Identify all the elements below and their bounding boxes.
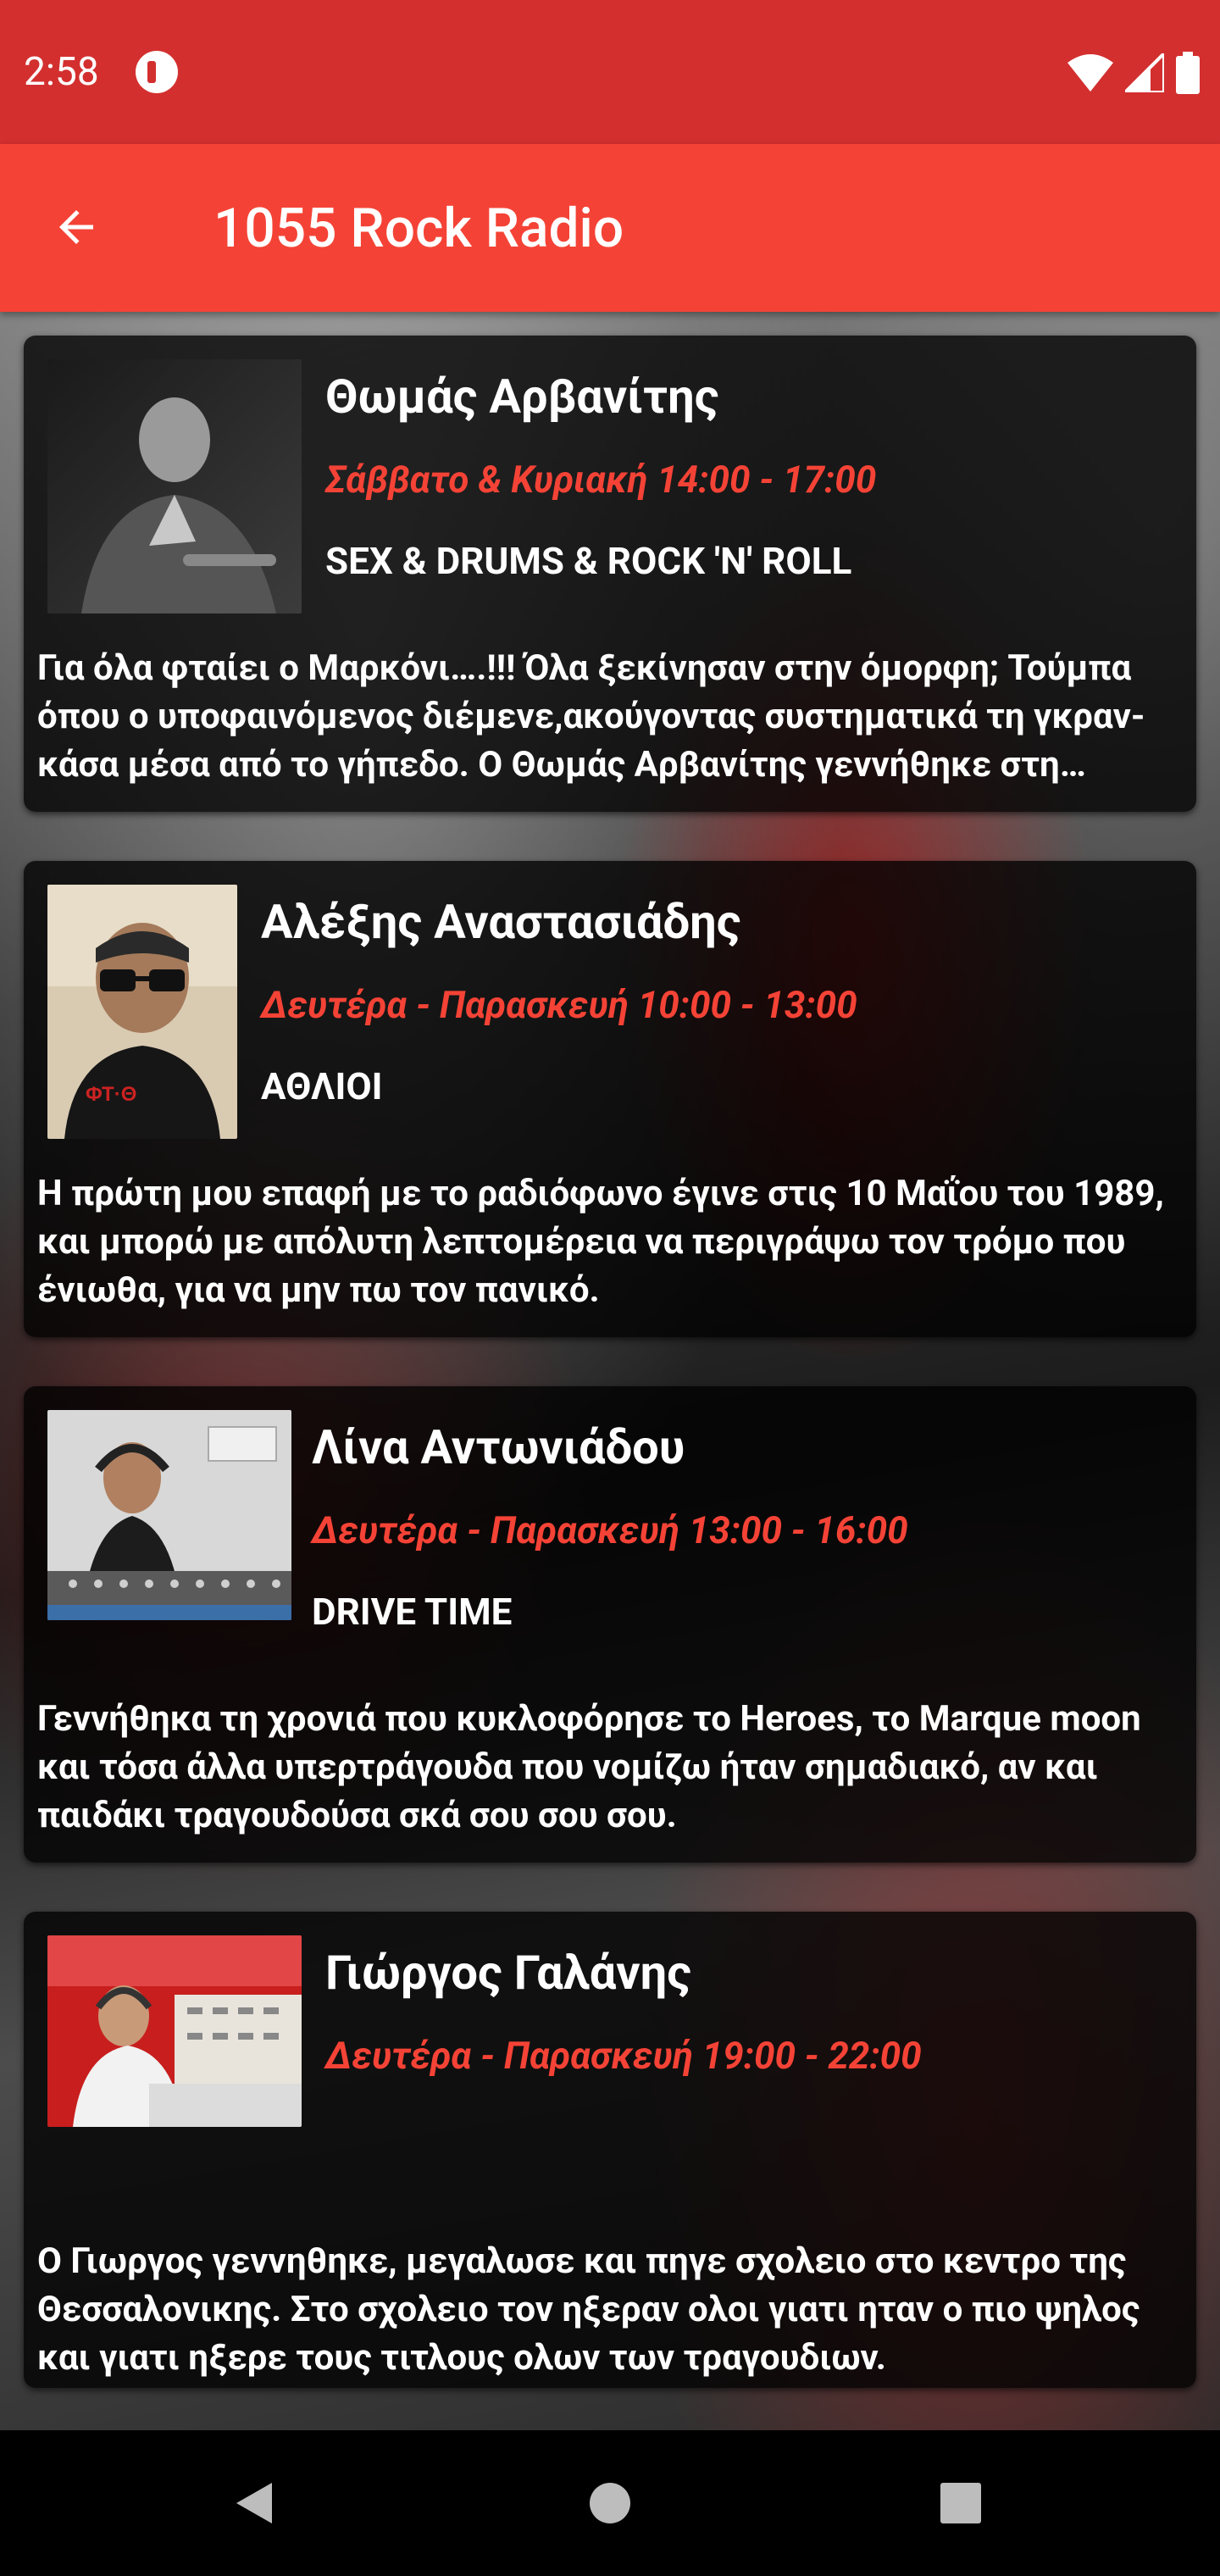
nav-recents-button[interactable] bbox=[918, 2461, 1003, 2545]
battery-icon bbox=[1176, 52, 1200, 94]
status-time: 2:58 bbox=[24, 49, 99, 95]
producer-schedule: Δευτέρα - Παρασκευή 10:00 - 13:00 bbox=[261, 983, 857, 1027]
producer-description: Η πρώτη μου επαφή με το ραδιόφωνο έγινε … bbox=[37, 1173, 1164, 1311]
app-bar: 1055 Rock Radio bbox=[0, 144, 1220, 312]
producer-name: Θωμάς Αρβανίτης bbox=[325, 369, 719, 425]
show-title: ΑΘΛΙΟΙ bbox=[261, 1064, 383, 1108]
navigation-bar bbox=[0, 2430, 1220, 2576]
producer-schedule: Σάββατο & Κυριακή 14:00 - 17:00 bbox=[325, 458, 877, 502]
svg-text:ΦΤ·Θ: ΦΤ·Θ bbox=[86, 1083, 136, 1106]
producer-schedule: Δευτέρα - Παρασκευή 13:00 - 16:00 bbox=[312, 1508, 908, 1552]
nav-back-button[interactable] bbox=[212, 2461, 297, 2545]
producers-list[interactable]: Θωμάς Αρβανίτης Σάββατο & Κυριακή 14:00 … bbox=[0, 312, 1220, 2430]
screen: 2:58 1055 Rock Radio Θωμάς Αρβανίτης Σάβ… bbox=[0, 0, 1220, 2576]
producer-description: Γεννήθηκα τη χρονιά που κυκλοφόρησε το H… bbox=[37, 1698, 1141, 1836]
producer-schedule: Δευτέρα - Παρασκευή 19:00 - 22:00 bbox=[325, 2034, 922, 2078]
page-title: 1055 Rock Radio bbox=[214, 197, 624, 260]
nav-home-button[interactable] bbox=[568, 2461, 652, 2545]
status-icons bbox=[1068, 47, 1200, 98]
producer-card[interactable]: Θωμάς Αρβανίτης Σάββατο & Κυριακή 14:00 … bbox=[24, 336, 1196, 812]
producer-card[interactable]: Λίνα Αντωνιάδου Δευτέρα - Παρασκευή 13:0… bbox=[24, 1386, 1196, 1863]
producer-photo: ΦΤ·Θ bbox=[47, 885, 237, 1139]
producer-card[interactable]: ΦΤ·Θ Αλέξης Αναστασιάδης Δευτέρα - Παρασ… bbox=[24, 861, 1196, 1337]
producer-photo bbox=[47, 359, 302, 613]
producer-name: Λίνα Αντωνιάδου bbox=[312, 1419, 685, 1475]
circle-home-icon bbox=[590, 2483, 630, 2523]
square-recents-icon bbox=[940, 2483, 981, 2523]
arrow-back-icon bbox=[59, 210, 93, 244]
producer-photo bbox=[47, 1410, 291, 1620]
back-button[interactable] bbox=[34, 185, 119, 269]
producer-card[interactable]: Γιώργος Γαλάνης Δευτέρα - Παρασκευή 19:0… bbox=[24, 1912, 1196, 2388]
show-title: SEX & DRUMS & ROCK 'N' ROLL bbox=[325, 539, 852, 583]
wifi-icon bbox=[1068, 54, 1113, 92]
status-bar: 2:58 bbox=[0, 0, 1220, 144]
triangle-back-icon bbox=[236, 2483, 272, 2523]
notification-app-icon bbox=[136, 51, 178, 93]
producer-name: Γιώργος Γαλάνης bbox=[325, 1945, 691, 2001]
producer-description: Ο Γιωργος γεννηθηκε, μεγαλωσε και πηγε σ… bbox=[37, 2240, 1140, 2379]
producer-photo bbox=[47, 1935, 302, 2127]
producer-description: Για όλα φταίει ο Μαρκόνι….!!! Όλα ξεκίνη… bbox=[37, 647, 1145, 786]
producer-name: Αλέξης Αναστασιάδης bbox=[261, 894, 741, 950]
show-title: DRIVE TIME bbox=[312, 1590, 513, 1634]
signal-icon bbox=[1125, 53, 1164, 92]
